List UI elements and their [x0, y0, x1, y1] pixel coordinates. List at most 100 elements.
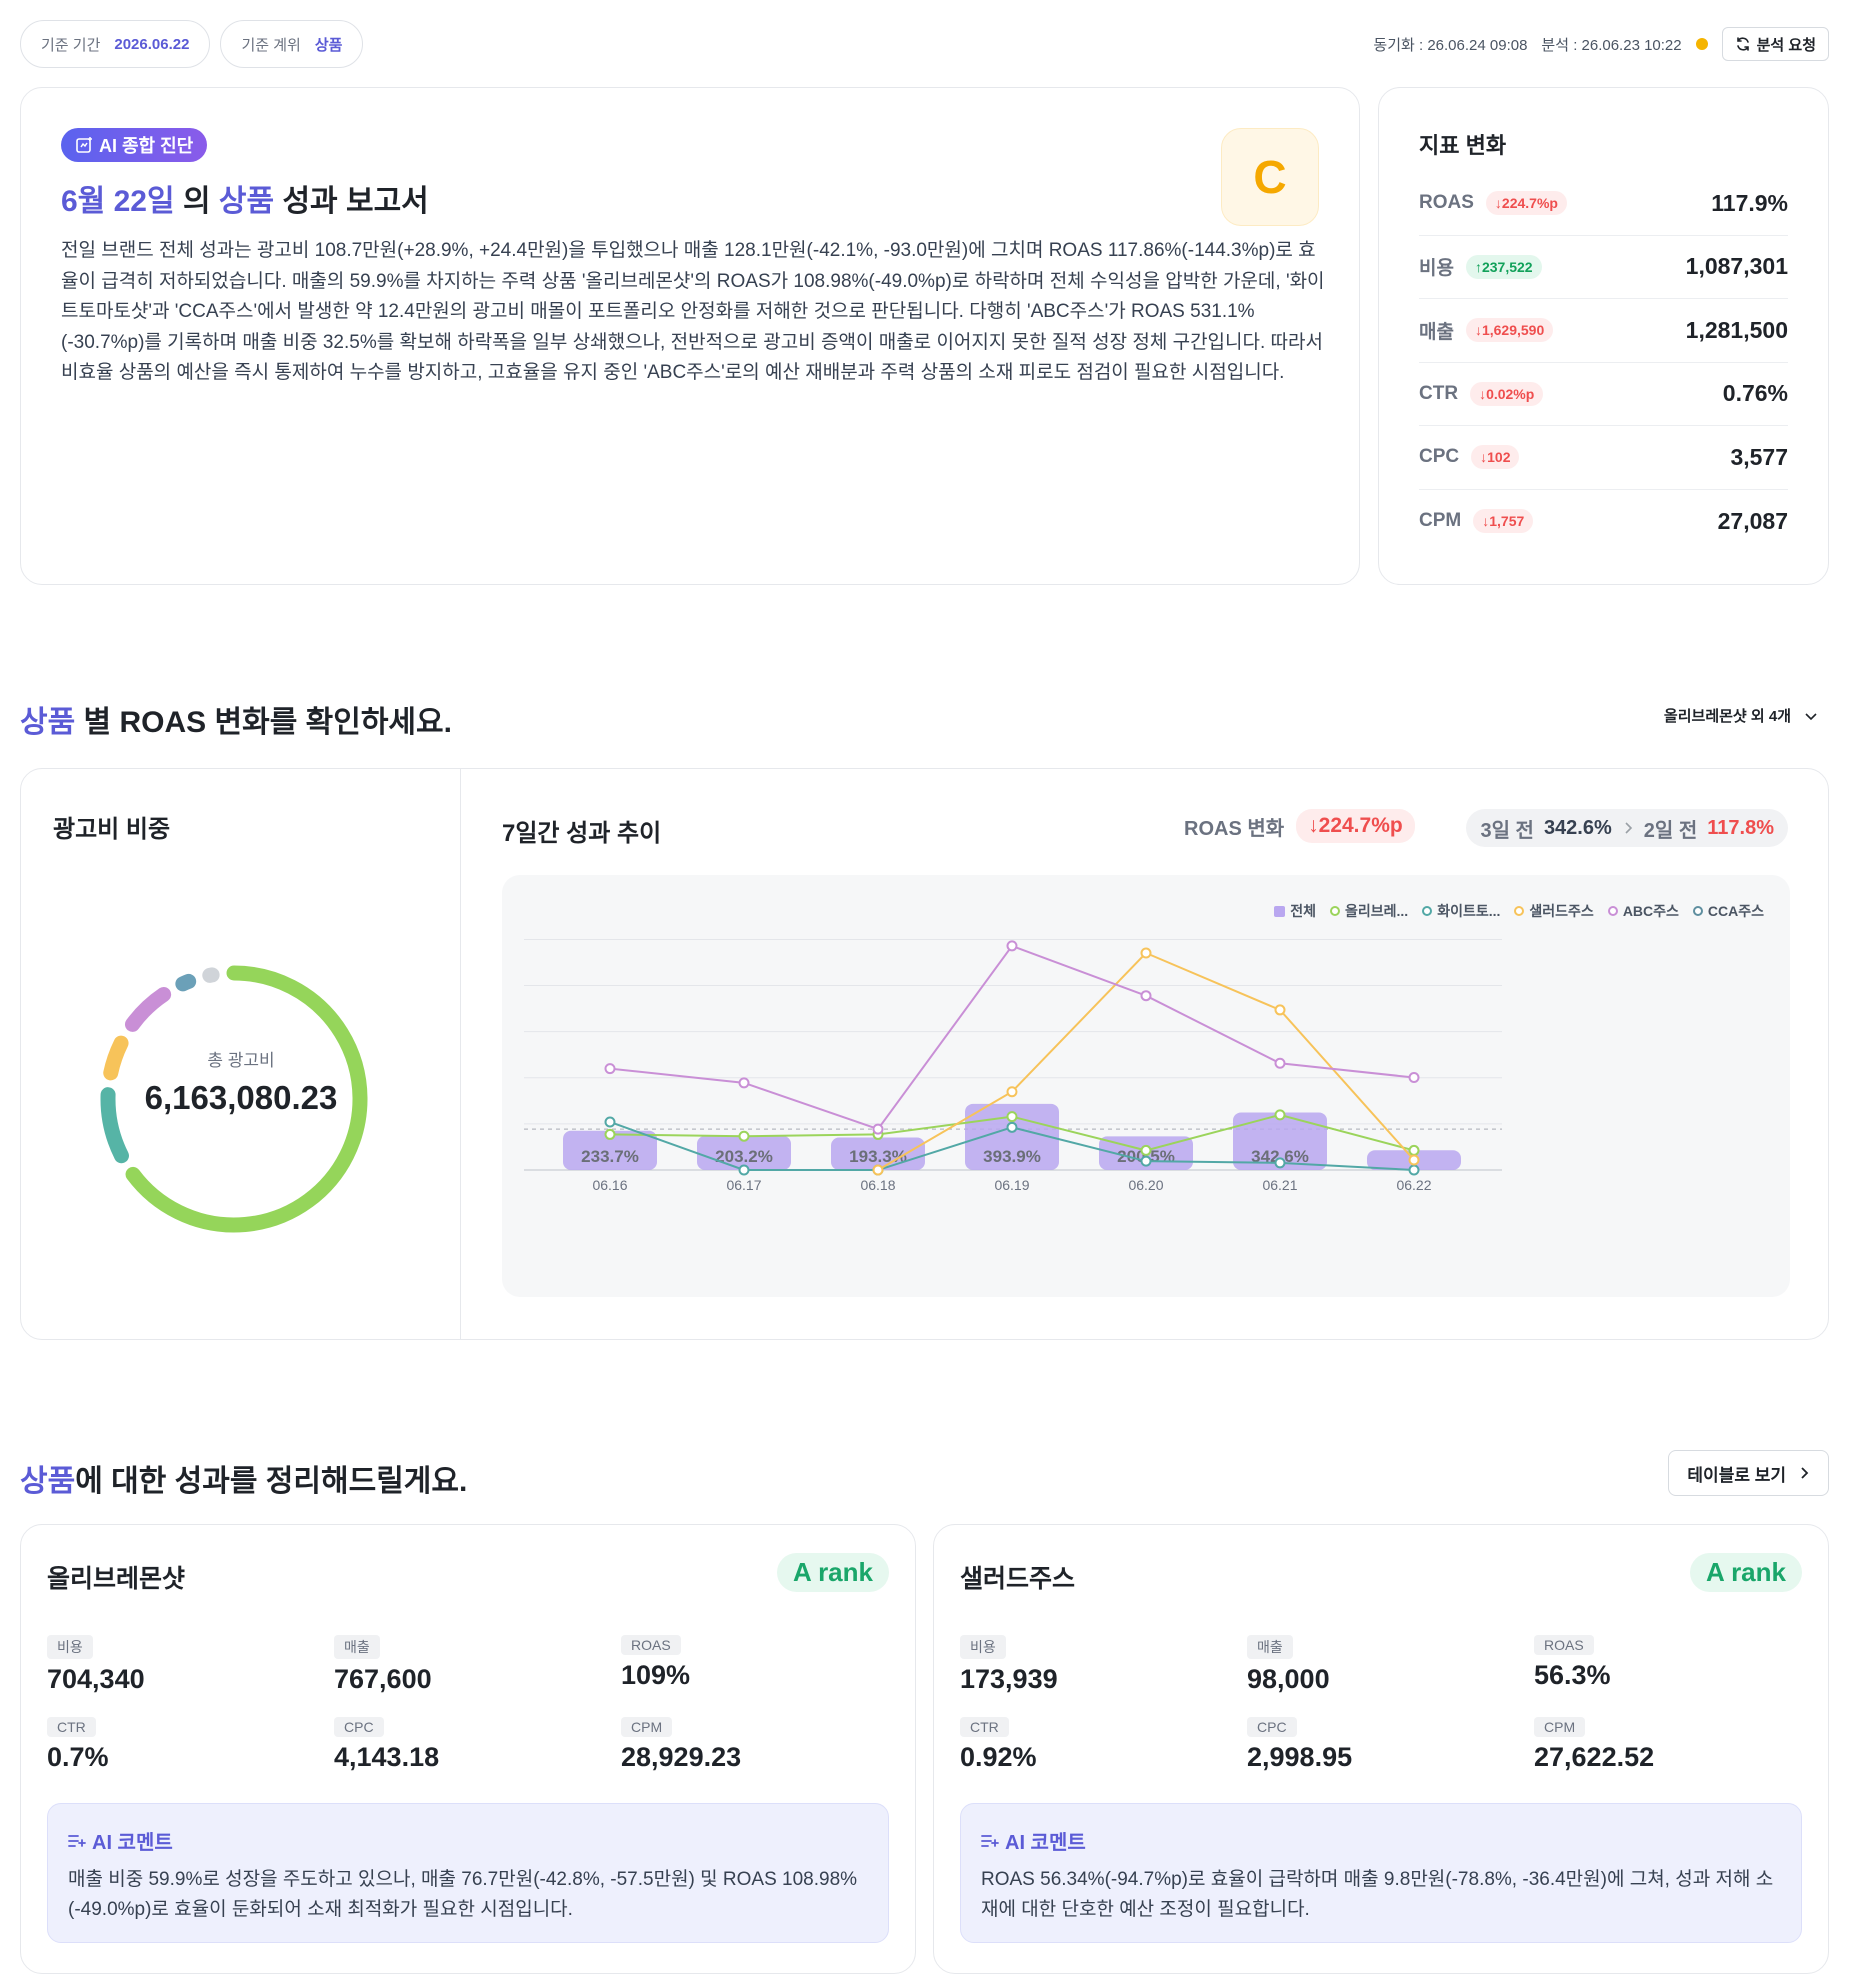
compare-b-label: 2일 전 — [1643, 819, 1698, 842]
x-tick-label: 06.22 — [1396, 1177, 1431, 1193]
series-point[interactable] — [1274, 1109, 1286, 1121]
kpi-label: CTR — [960, 1717, 1009, 1737]
kpi-grid: 비용 704,340 매출 767,600 ROAS 109% CTR 0.7% CPC… — [47, 1635, 893, 1773]
kpi-cell: CPM 28,929.23 — [621, 1717, 893, 1773]
trend-pane: 7일간 성과 추이 ROAS 변화 ↓224.7%p 3일 전 342.6% 2… — [462, 769, 1828, 1339]
total-spend-value: 6,163,080.23 — [144, 1079, 338, 1116]
metric-row-cost: 비용 ↑237,522 1,087,301 — [1419, 236, 1788, 299]
x-tick-label: 06.17 — [726, 1177, 761, 1193]
kpi-label: ROAS — [1534, 1635, 1594, 1655]
sync-info: 동기화 : 26.06.24 09:08 분석 : 26.06.23 10:22… — [1373, 27, 1829, 61]
kpi-cell: CPM 27,622.52 — [1534, 1717, 1806, 1773]
report-title-tail: 성과 보고서 — [282, 185, 429, 218]
metric-delta: ↑237,522 — [1465, 254, 1542, 279]
analysis-request-label: 분석 요청 — [1756, 36, 1816, 54]
series-point[interactable] — [1006, 1086, 1018, 1098]
x-tick-label: 06.19 — [994, 1177, 1029, 1193]
kpi-label: 매출 — [1247, 1635, 1293, 1659]
series-point[interactable] — [1274, 1004, 1286, 1016]
series-point[interactable] — [872, 1123, 884, 1135]
ai-comment-box: AI 코멘트 매출 비중 59.9%로 성장을 주도하고 있으나, 매출 76.… — [47, 1803, 889, 1943]
series-line[interactable] — [609, 944, 1415, 1131]
donut-slice[interactable] — [124, 986, 172, 1032]
section-title-text: 에 대한 성과를 정리해드릴게요. — [75, 1465, 468, 1498]
series-point[interactable] — [1140, 1144, 1152, 1156]
series-point[interactable] — [1274, 1057, 1286, 1069]
spend-share-pane: 광고비 비중 총 광고비 6,163,080.23 — [21, 769, 461, 1339]
kpi-value: 704,340 — [47, 1664, 145, 1694]
ai-diagnosis-label: AI 종합 진단 — [99, 136, 194, 156]
series-point[interactable] — [738, 1164, 750, 1176]
kpi-grid: 비용 173,939 매출 98,000 ROAS 56.3% CTR 0.92% CP… — [960, 1635, 1806, 1773]
series-point[interactable] — [1274, 1157, 1286, 1169]
section-title-text: 별 ROAS 변화를 확인하세요. — [83, 706, 452, 739]
series-point[interactable] — [1408, 1072, 1420, 1084]
series-point[interactable] — [604, 1116, 616, 1128]
status-dot-icon — [1695, 38, 1708, 50]
metric-value: 1,087,301 — [1685, 253, 1788, 280]
kpi-cell: CTR 0.92% — [960, 1717, 1247, 1773]
period-chip[interactable]: 기준 기간 2026.06.22 — [20, 20, 211, 68]
kpi-label: CPC — [334, 1717, 384, 1737]
metric-label: CPM — [1419, 510, 1462, 532]
ai-comment-icon — [68, 1834, 86, 1847]
metric-value: 0.76% — [1722, 380, 1788, 407]
kpi-cell: CPC 2,998.95 — [1247, 1717, 1534, 1773]
x-tick-label: 06.20 — [1128, 1177, 1163, 1193]
ai-comment-label: AI 코멘트 — [92, 1832, 173, 1854]
donut-slice[interactable] — [175, 973, 197, 992]
trend-title: 7일간 성과 추이 — [502, 820, 662, 847]
series-point[interactable] — [738, 1130, 750, 1142]
metric-row-sales: 매출 ↓1,629,590 1,281,500 — [1419, 299, 1788, 363]
kpi-cell: ROAS 109% — [621, 1635, 893, 1695]
kpi-cell: 비용 173,939 — [960, 1635, 1247, 1695]
series-point[interactable] — [604, 1128, 616, 1140]
kpi-value: 56.3% — [1534, 1660, 1611, 1690]
tier-chip[interactable]: 기준 계위 상품 — [220, 20, 364, 68]
sync-time: 동기화 : 26.06.24 09:08 — [1373, 36, 1528, 54]
metric-delta: ↓1,629,590 — [1465, 318, 1554, 343]
x-tick-label: 06.16 — [592, 1177, 627, 1193]
report-title: 6월 22일 의 상품 성과 보고서 — [61, 176, 1319, 220]
metric-label: CTR — [1419, 382, 1459, 404]
product-card[interactable]: 샐러드주스 A rank 비용 173,939 매출 98,000 ROAS 56.3… — [933, 1524, 1829, 1974]
series-point[interactable] — [1408, 1154, 1420, 1166]
series-point[interactable] — [1140, 990, 1152, 1002]
product-card[interactable]: 올리브레몬샷 A rank 비용 704,340 매출 767,600 ROAS 10… — [20, 1524, 916, 1974]
metric-delta: ↓102 — [1471, 445, 1520, 470]
metric-label: 비용 — [1419, 258, 1454, 280]
product-filter-value: 올리브레몬샷 외 4개 — [1663, 708, 1791, 725]
series-point[interactable] — [1408, 1164, 1420, 1176]
metric-value: 1,281,500 — [1685, 316, 1788, 343]
ai-comment-text: ROAS 56.34%(-94.7%p)로 효율이 급락하며 매출 9.8만원(… — [981, 1869, 1774, 1920]
kpi-cell: 매출 767,600 — [334, 1635, 621, 1695]
series-point[interactable] — [872, 1164, 884, 1176]
kpi-label: 비용 — [47, 1635, 93, 1659]
product-filter-dropdown[interactable]: 올리브레몬샷 외 4개 — [1664, 705, 1829, 726]
trend-plot-area: 전체 올리브레... 화이트토... 샐러드주스 ABC주스 CCA주스 233… — [502, 875, 1790, 1297]
series-point[interactable] — [1006, 1111, 1018, 1123]
product-summary-title: 상품에 대한 성과를 정리해드릴게요. — [20, 1456, 467, 1500]
chevron-right-icon — [1625, 822, 1632, 834]
series-point[interactable] — [1408, 1144, 1420, 1156]
x-tick-label: 06.21 — [1262, 1177, 1297, 1193]
series-point[interactable] — [1140, 1155, 1152, 1167]
dashboard: 기준 기간 2026.06.22 기준 계위 상품 동기화 : 26.06.24… — [0, 0, 1849, 1978]
kpi-value: 2,998.95 — [1247, 1742, 1353, 1772]
series-point[interactable] — [1006, 940, 1018, 952]
series-point[interactable] — [1140, 947, 1152, 959]
ai-comment-text: 매출 비중 59.9%로 성장을 주도하고 있으나, 매출 76.7만원(-42… — [68, 1869, 858, 1920]
series-point[interactable] — [1006, 1121, 1018, 1133]
metric-label: ROAS — [1419, 192, 1474, 214]
ai-comment-header: AI 코멘트 — [68, 1826, 868, 1855]
kpi-label: CPM — [621, 1717, 673, 1737]
metrics-list: ROAS ↓224.7%p 117.9% 비용 ↑237,522 1,087,301… — [1419, 172, 1788, 553]
chevron-right-icon — [1801, 1467, 1809, 1479]
ai-report-card: AI 종합 진단 6월 22일 의 상품 성과 보고서 전일 브랜드 전체 성과… — [20, 87, 1360, 585]
series-point[interactable] — [738, 1077, 750, 1089]
series-point[interactable] — [604, 1063, 616, 1075]
analysis-request-button[interactable]: 분석 요청 — [1721, 27, 1829, 61]
product-name: 올리브레몬샷 — [47, 1565, 186, 1593]
table-view-button[interactable]: 테이블로 보기 — [1668, 1450, 1829, 1496]
report-body: 전일 브랜드 전체 성과는 광고비 108.7만원(+28.9%, +24.4만… — [61, 240, 1325, 383]
